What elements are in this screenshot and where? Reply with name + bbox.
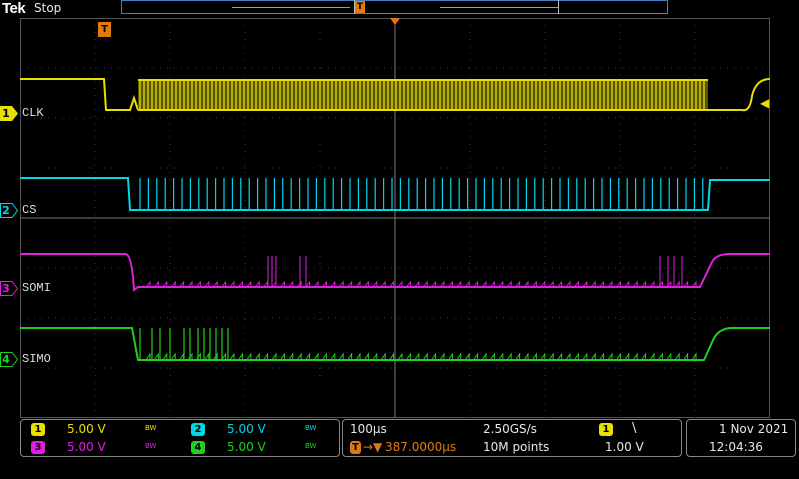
date: 1 Nov 2021 [719, 422, 789, 436]
ch3-scale-badge[interactable]: 3 [31, 441, 45, 454]
vertical-settings-panel[interactable]: 1 5.00 V BW 2 5.00 V BW 3 5.00 V BW 4 5.… [20, 419, 340, 457]
ch3-bw-limit: BW [145, 442, 157, 450]
ch3-scale[interactable]: 5.00 V [67, 440, 106, 454]
ch2-scale-badge[interactable]: 2 [191, 423, 205, 436]
ch1-number: 1 [2, 107, 10, 120]
ch1-label: CLK [22, 106, 44, 120]
ch2-scale[interactable]: 5.00 V [227, 422, 266, 436]
ch4-label: SIMO [22, 352, 51, 366]
waveform-display [20, 18, 771, 418]
ch4-bw-limit: BW [305, 442, 317, 450]
trigger-level-arrow-icon[interactable]: ◀ [760, 96, 769, 110]
ch1-marker[interactable]: 1 [0, 106, 18, 121]
trigger-delay-arrow-icon: →▼ [363, 440, 383, 454]
simo-data-bursts [139, 328, 229, 360]
trigger-position[interactable]: 387.0000µs [385, 440, 456, 454]
horizontal-trigger-panel[interactable]: 100µs T →▼ 387.0000µs 2.50GS/s 10M point… [342, 419, 682, 457]
bottom-readout-bar: 1 5.00 V BW 2 5.00 V BW 3 5.00 V BW 4 5.… [0, 419, 799, 479]
trigger-arrow-icon [390, 18, 400, 25]
cs-glitches [139, 178, 704, 210]
ch4-scale[interactable]: 5.00 V [227, 440, 266, 454]
timebase-scale[interactable]: 100µs [350, 422, 387, 436]
ch4-number: 4 [2, 353, 10, 366]
trigger-source-badge[interactable]: 1 [599, 423, 613, 436]
ch4-scale-badge[interactable]: 4 [191, 441, 205, 454]
trigger-delay-icon: T [350, 441, 361, 454]
datetime-panel: 1 Nov 2021 12:04:36 [686, 419, 796, 457]
trigger-level[interactable]: 1.00 V [605, 440, 644, 454]
ch1-scale[interactable]: 5.00 V [67, 422, 106, 436]
sample-rate[interactable]: 2.50GS/s [483, 422, 537, 436]
record-length[interactable]: 10M points [483, 440, 549, 454]
trigger-slope-icon[interactable]: \ [632, 421, 636, 436]
ch2-label: CS [22, 203, 37, 217]
ch4-marker[interactable]: 4 [0, 352, 19, 367]
time: 12:04:36 [709, 440, 763, 454]
grid-lines [20, 18, 770, 418]
ch2-number: 2 [2, 204, 10, 217]
ch1-scale-badge[interactable]: 1 [31, 423, 45, 436]
ch3-marker[interactable]: 3 [0, 281, 19, 296]
trigger-position-icon[interactable]: T [98, 22, 111, 37]
ch1-bw-limit: BW [145, 424, 157, 432]
ch3-number: 3 [2, 282, 10, 295]
ch2-bw-limit: BW [305, 424, 317, 432]
ch2-marker[interactable]: 2 [0, 203, 19, 218]
ch3-label: SOMI [22, 281, 51, 295]
